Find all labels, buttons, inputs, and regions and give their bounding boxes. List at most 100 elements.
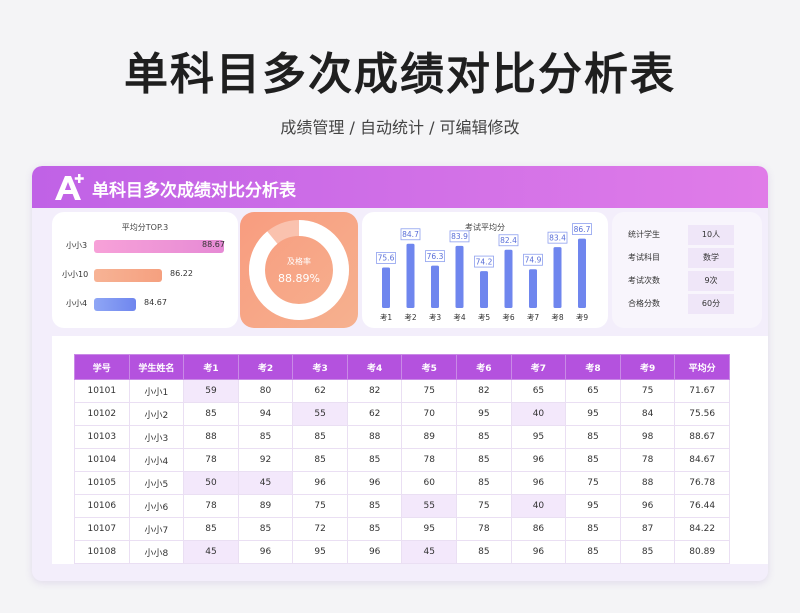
table-cell[interactable]: 85 bbox=[619, 540, 676, 564]
table-cell[interactable]: 75 bbox=[401, 379, 458, 403]
table-cell[interactable]: 60 bbox=[401, 471, 458, 495]
table-cell[interactable]: 小小5 bbox=[128, 471, 185, 495]
table-cell[interactable]: 小小3 bbox=[128, 425, 185, 449]
table-cell[interactable]: 45 bbox=[237, 471, 294, 495]
table-cell[interactable]: 96 bbox=[510, 448, 567, 472]
table-cell[interactable]: 70 bbox=[401, 402, 458, 426]
table-cell[interactable]: 85 bbox=[292, 448, 348, 472]
table-cell[interactable]: 92 bbox=[237, 448, 294, 472]
table-cell[interactable]: 10108 bbox=[74, 540, 130, 564]
table-cell[interactable]: 45 bbox=[401, 540, 458, 564]
table-cell[interactable]: 95 bbox=[401, 517, 458, 541]
table-cell[interactable]: 95 bbox=[565, 494, 621, 518]
table-cell[interactable]: 84.22 bbox=[674, 517, 730, 541]
table-cell[interactable]: 85 bbox=[565, 448, 621, 472]
table-cell[interactable]: 88.67 bbox=[674, 425, 730, 449]
table-cell[interactable]: 72 bbox=[292, 517, 348, 541]
table-cell[interactable]: 84.67 bbox=[674, 448, 730, 472]
table-cell[interactable]: 小小7 bbox=[128, 517, 185, 541]
table-cell[interactable]: 88 bbox=[183, 425, 239, 449]
table-cell[interactable]: 80.89 bbox=[674, 540, 730, 564]
table-cell[interactable]: 85 bbox=[346, 448, 403, 472]
table-cell[interactable]: 78 bbox=[456, 517, 512, 541]
table-cell[interactable]: 89 bbox=[237, 494, 294, 518]
table-cell[interactable]: 55 bbox=[292, 402, 348, 426]
table-cell[interactable]: 76.78 bbox=[674, 471, 730, 495]
table-cell[interactable]: 10107 bbox=[74, 517, 130, 541]
table-cell[interactable]: 小小2 bbox=[128, 402, 185, 426]
table-cell[interactable]: 75 bbox=[565, 471, 621, 495]
table-cell[interactable]: 85 bbox=[346, 494, 403, 518]
table-cell[interactable]: 94 bbox=[237, 402, 294, 426]
table-cell[interactable]: 65 bbox=[565, 379, 621, 403]
table-cell[interactable]: 78 bbox=[401, 448, 458, 472]
table-cell[interactable]: 85 bbox=[292, 425, 348, 449]
table-cell[interactable]: 78 bbox=[183, 494, 239, 518]
table-cell[interactable]: 96 bbox=[237, 540, 294, 564]
stat-value: 60分 bbox=[688, 294, 734, 314]
table-cell[interactable]: 82 bbox=[346, 379, 403, 403]
table-cell[interactable]: 95 bbox=[510, 425, 567, 449]
table-cell[interactable]: 95 bbox=[292, 540, 348, 564]
table-cell[interactable]: 85 bbox=[183, 517, 239, 541]
table-cell[interactable]: 85 bbox=[565, 425, 621, 449]
table-cell[interactable]: 85 bbox=[346, 517, 403, 541]
table-cell[interactable]: 76.44 bbox=[674, 494, 730, 518]
table-cell[interactable]: 96 bbox=[346, 540, 403, 564]
table-cell[interactable]: 65 bbox=[510, 379, 567, 403]
table-cell[interactable]: 小小8 bbox=[128, 540, 185, 564]
table-cell[interactable]: 88 bbox=[346, 425, 403, 449]
table-cell[interactable]: 10104 bbox=[74, 448, 130, 472]
table-cell[interactable]: 78 bbox=[619, 448, 676, 472]
table-cell[interactable]: 85 bbox=[565, 517, 621, 541]
table-cell[interactable]: 96 bbox=[346, 471, 403, 495]
table-cell[interactable]: 84 bbox=[619, 402, 676, 426]
table-cell[interactable]: 85 bbox=[456, 425, 512, 449]
table-cell[interactable]: 小小1 bbox=[128, 379, 185, 403]
table-cell[interactable]: 80 bbox=[237, 379, 294, 403]
table-cell[interactable]: 85 bbox=[456, 448, 512, 472]
table-cell[interactable]: 85 bbox=[237, 425, 294, 449]
table-cell[interactable]: 78 bbox=[183, 448, 239, 472]
table-cell[interactable]: 62 bbox=[346, 402, 403, 426]
table-cell[interactable]: 40 bbox=[510, 494, 567, 518]
table-cell[interactable]: 88 bbox=[619, 471, 676, 495]
table-cell[interactable]: 10106 bbox=[74, 494, 130, 518]
table-cell[interactable]: 71.67 bbox=[674, 379, 730, 403]
column-header: 考5 bbox=[401, 354, 458, 380]
table-cell[interactable]: 96 bbox=[619, 494, 676, 518]
table-cell[interactable]: 85 bbox=[183, 402, 239, 426]
table-cell[interactable]: 89 bbox=[401, 425, 458, 449]
table-cell[interactable]: 95 bbox=[565, 402, 621, 426]
table-cell[interactable]: 10101 bbox=[74, 379, 130, 403]
table-cell[interactable]: 小小4 bbox=[128, 448, 185, 472]
table-cell[interactable]: 85 bbox=[456, 471, 512, 495]
table-cell[interactable]: 10103 bbox=[74, 425, 130, 449]
table-cell[interactable]: 小小6 bbox=[128, 494, 185, 518]
table-cell[interactable]: 62 bbox=[292, 379, 348, 403]
table-cell[interactable]: 75.56 bbox=[674, 402, 730, 426]
table-cell[interactable]: 75 bbox=[456, 494, 512, 518]
table-cell[interactable]: 50 bbox=[183, 471, 239, 495]
table-cell[interactable]: 85 bbox=[237, 517, 294, 541]
table-cell[interactable]: 85 bbox=[565, 540, 621, 564]
table-cell[interactable]: 45 bbox=[183, 540, 239, 564]
data-label: 75.6 bbox=[378, 254, 395, 263]
table-cell[interactable]: 96 bbox=[510, 471, 567, 495]
table-cell[interactable]: 75 bbox=[292, 494, 348, 518]
table-cell[interactable]: 55 bbox=[401, 494, 458, 518]
table-cell[interactable]: 87 bbox=[619, 517, 676, 541]
stat-key: 统计学生 bbox=[628, 230, 660, 239]
table-cell[interactable]: 59 bbox=[183, 379, 239, 403]
table-cell[interactable]: 96 bbox=[510, 540, 567, 564]
table-cell[interactable]: 86 bbox=[510, 517, 567, 541]
table-cell[interactable]: 96 bbox=[292, 471, 348, 495]
table-cell[interactable]: 75 bbox=[619, 379, 676, 403]
table-cell[interactable]: 10105 bbox=[74, 471, 130, 495]
table-cell[interactable]: 85 bbox=[456, 540, 512, 564]
table-cell[interactable]: 40 bbox=[510, 402, 567, 426]
table-cell[interactable]: 82 bbox=[456, 379, 512, 403]
table-cell[interactable]: 10102 bbox=[74, 402, 130, 426]
table-cell[interactable]: 95 bbox=[456, 402, 512, 426]
table-cell[interactable]: 98 bbox=[619, 425, 676, 449]
